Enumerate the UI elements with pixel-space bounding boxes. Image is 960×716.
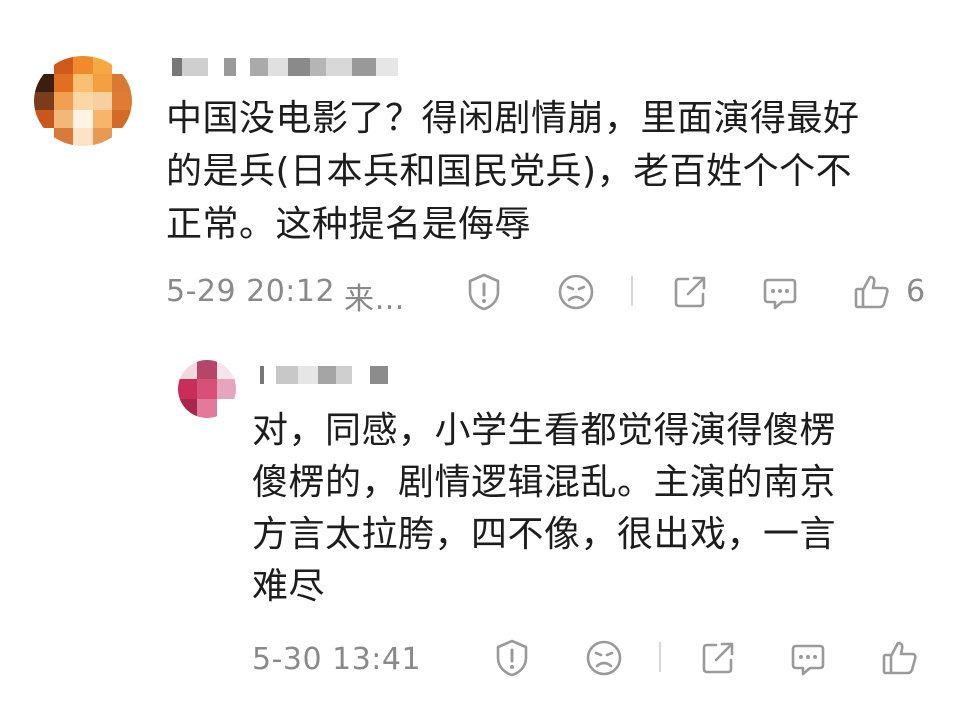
dislike-face-icon[interactable]	[556, 272, 596, 312]
avatar[interactable]	[178, 360, 236, 418]
timestamp: 5-30 13:41	[252, 642, 422, 677]
comment-text-line: 方言太拉胯，四不像，很出戏，一言	[252, 514, 837, 555]
username-redacted[interactable]	[172, 58, 398, 76]
reply-icon[interactable]	[760, 272, 800, 312]
source-label: 来…	[344, 282, 405, 317]
share-icon[interactable]	[670, 272, 710, 312]
comment-text-line: 难尽	[252, 566, 326, 607]
thumbs-up-icon[interactable]	[852, 272, 892, 312]
comment-text-line: 对，同感，小学生看都觉得演得傻楞	[252, 410, 837, 451]
divider	[659, 642, 661, 672]
avatar[interactable]	[34, 56, 132, 146]
report-icon[interactable]	[492, 638, 532, 678]
comment-text-line: 中国没电影了？得闲剧情崩，里面演得最好	[166, 98, 860, 139]
comment-text-line: 的是兵(日本兵和国民党兵)，老百姓个个不	[166, 151, 853, 192]
like-count: 6	[906, 274, 926, 309]
timestamp: 5-29 20:12	[166, 274, 336, 309]
share-icon[interactable]	[698, 638, 738, 678]
comment-text: 对，同感，小学生看都觉得演得傻楞 傻楞的，剧情逻辑混乱。主演的南京 方言太拉胯，…	[252, 405, 932, 613]
report-icon[interactable]	[464, 272, 504, 312]
thumbs-up-icon[interactable]	[880, 638, 920, 678]
comment-text-line: 正常。这种提名是侮辱	[166, 204, 532, 245]
dislike-face-icon[interactable]	[584, 638, 624, 678]
comment-text: 中国没电影了？得闲剧情崩，里面演得最好 的是兵(日本兵和国民党兵)，老百姓个个不…	[166, 92, 946, 251]
username-redacted[interactable]	[254, 366, 388, 384]
reply-icon[interactable]	[788, 638, 828, 678]
divider	[631, 276, 633, 306]
comment-text-line: 傻楞的，剧情逻辑混乱。主演的南京	[252, 462, 837, 503]
